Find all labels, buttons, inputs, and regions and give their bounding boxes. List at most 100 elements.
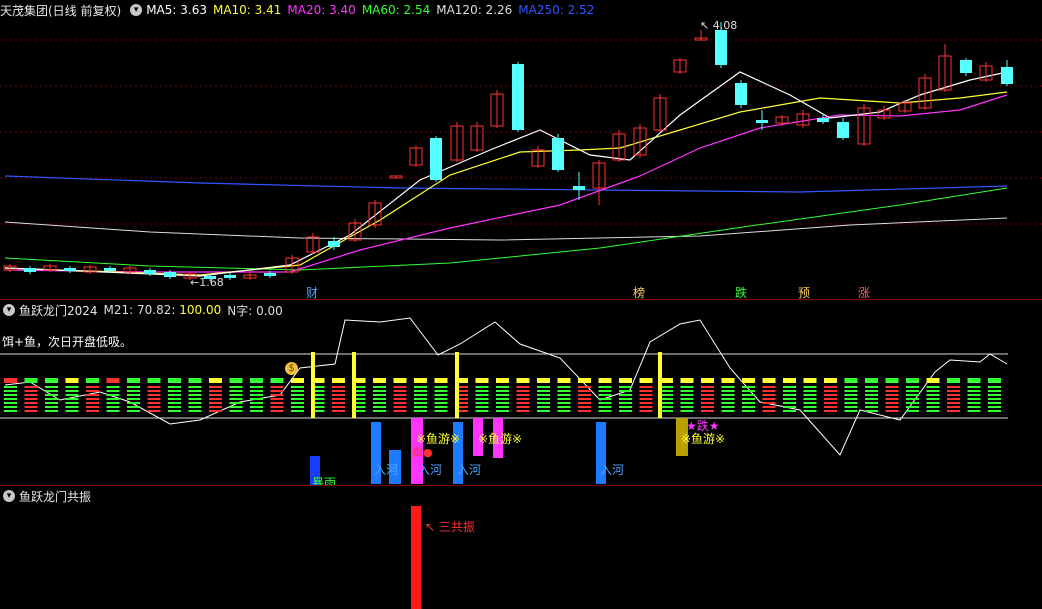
indicator-segment — [393, 410, 407, 412]
indicator-segment — [557, 410, 571, 412]
indicator-segment — [742, 390, 755, 392]
indicator-segment — [86, 394, 99, 396]
indicator-segment — [619, 398, 632, 400]
indicator-segment — [270, 406, 284, 408]
indicator-cap — [639, 378, 653, 383]
indicator-segment — [701, 410, 714, 412]
indicator-segment — [24, 390, 38, 392]
indicator-pane[interactable]: ▾ 鱼跃龙门2024 M21: 70.82 : 100.00 N字: 0.00 … — [0, 300, 1042, 490]
indicator-segment — [127, 394, 140, 396]
indicator-segment — [598, 386, 612, 388]
indicator-segment — [824, 410, 837, 412]
indicator-segment — [824, 402, 837, 404]
indicator-segment — [24, 402, 38, 404]
indicator-segment — [598, 406, 612, 408]
candle-down — [224, 275, 236, 278]
chevron-down-icon[interactable]: ▾ — [3, 304, 15, 316]
indicator-segment — [906, 406, 919, 408]
indicator-segment — [619, 406, 632, 408]
indicator-column — [393, 378, 407, 412]
indicator-segment — [24, 398, 38, 400]
river-label-4: 入河 — [600, 463, 625, 477]
ma250-label: MA250: 2.52 — [518, 3, 595, 17]
resonance-pane-header: ▾ 鱼跃龙门共振 — [0, 486, 97, 506]
resonance-chart[interactable] — [0, 486, 1042, 609]
indicator-segment — [24, 406, 38, 408]
indicator-column — [168, 378, 181, 412]
indicator-segment — [4, 410, 17, 412]
resonance-title: 鱼跃龙门共振 — [19, 489, 92, 504]
indicator-segment — [270, 386, 284, 388]
indicator-segment — [24, 394, 38, 396]
indicator-segment — [803, 406, 817, 408]
indicator-column — [147, 378, 161, 412]
candlestick-chart[interactable] — [0, 0, 1042, 300]
indicator-segment — [680, 410, 694, 412]
indicator-chart[interactable] — [0, 300, 1042, 486]
indicator-segment — [229, 406, 243, 408]
indicator-column — [865, 378, 878, 412]
indicator-segment — [434, 406, 448, 408]
indicator-segment — [865, 386, 878, 388]
indicator-cap — [86, 378, 99, 383]
indicator-segment — [86, 402, 99, 404]
indicator-segment — [332, 386, 345, 388]
candle-down — [328, 241, 340, 247]
indicator-segment — [537, 386, 550, 388]
indicator-segment — [209, 390, 222, 392]
candle-down — [1001, 67, 1013, 84]
indicator-segment — [45, 394, 58, 396]
indicator-segment — [516, 394, 530, 396]
indicator-segment — [557, 402, 571, 404]
candle-down — [430, 138, 442, 180]
indicator-column — [926, 378, 940, 412]
indicator-column — [639, 378, 653, 412]
indicator-cap — [45, 378, 58, 383]
indicator-segment — [270, 390, 284, 392]
resonance-label-text: 三共振 — [438, 520, 475, 534]
indicator-segment — [45, 402, 58, 404]
indicator-segment — [844, 390, 858, 392]
indicator-segment — [824, 406, 837, 408]
chevron-down-icon[interactable]: ▾ — [3, 490, 15, 502]
signal-bar — [658, 352, 662, 418]
indicator-segment — [127, 402, 140, 404]
price-chart-pane[interactable]: 天茂集团(日线 前复权) ▾ MA5: 3.63 MA10: 3.41 MA20… — [0, 0, 1042, 300]
resonance-pane[interactable]: ▾ 鱼跃龙门共振 ↖ 三共振 — [0, 486, 1042, 609]
indicator-segment — [496, 406, 509, 408]
indicator-segment — [188, 394, 202, 396]
indicator-cap — [24, 378, 38, 383]
indicator-segment — [906, 410, 919, 412]
indicator-segment — [168, 390, 181, 392]
indicator-segment — [188, 386, 202, 388]
ma10-label: MA10: 3.41 — [212, 3, 282, 17]
indicator-pane-header: ▾ 鱼跃龙门2024 M21: 70.82 : 100.00 N字: 0.00 — [0, 300, 289, 320]
indicator-cap — [906, 378, 919, 383]
indicator-cap — [188, 378, 202, 383]
indicator-segment — [824, 394, 837, 396]
indicator-segment — [988, 406, 1001, 408]
indicator-segment — [147, 390, 161, 392]
indicator-segment — [639, 398, 653, 400]
indicator-segment — [967, 390, 981, 392]
indicator-segment — [229, 402, 243, 404]
indicator-segment — [127, 390, 140, 392]
indicator-segment — [270, 394, 284, 396]
indicator-cap — [783, 378, 796, 383]
indicator-segment — [721, 398, 735, 400]
signal-bar — [311, 352, 315, 418]
ma60-line — [4, 187, 1008, 271]
indicator-segment — [4, 394, 17, 396]
indicator-segment — [988, 410, 1001, 412]
indicator-cap — [844, 378, 858, 383]
indicator-cap — [229, 378, 243, 383]
indicator-cap — [373, 378, 386, 383]
indicator-column — [967, 378, 981, 412]
chevron-down-icon[interactable]: ▾ — [130, 4, 143, 16]
indicator-segment — [537, 410, 550, 412]
indicator-segment — [516, 410, 530, 412]
indicator-segment — [24, 410, 38, 412]
indicator-cap — [414, 378, 427, 383]
indicator-segment — [291, 398, 304, 400]
indicator-cap — [619, 378, 632, 383]
